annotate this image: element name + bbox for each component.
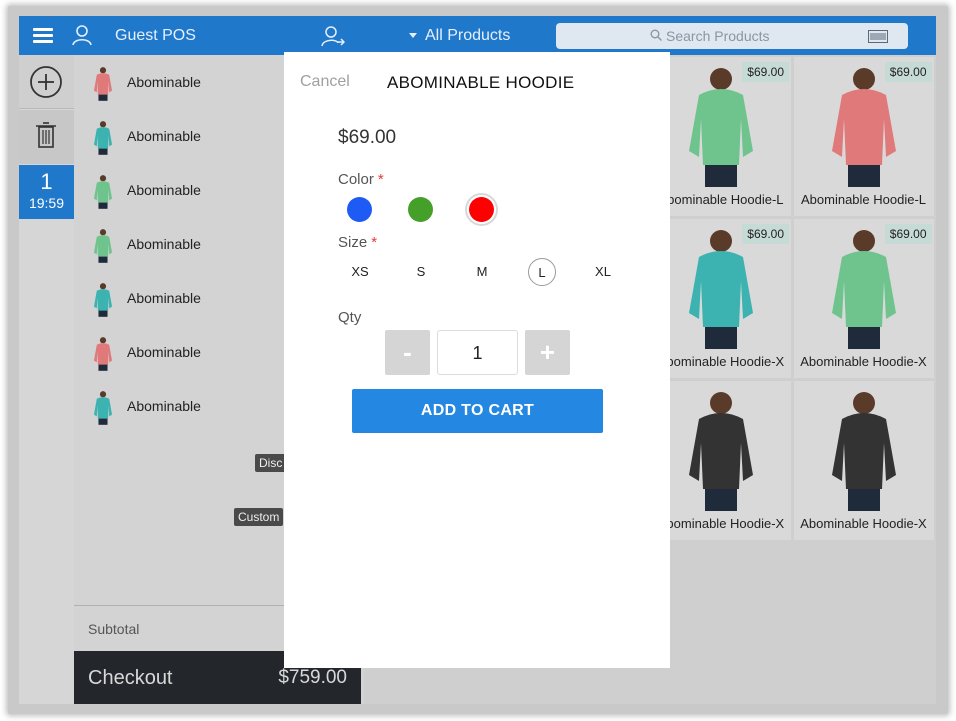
product-card[interactable]: Abominable Hoodie-X [651,381,791,540]
search-icon [650,29,662,41]
hoodie-image [831,392,896,511]
hoodie-image [689,392,753,511]
required-mark: * [377,171,384,188]
product-title: Abominable Hoodie-X [800,354,927,369]
left-rail: 1 19:59 [19,55,74,704]
checkout-amount: $759.00 [278,667,347,688]
dialog-title: ABOMINABLE HOODIE [387,73,575,92]
product-title: Abominable Hoodie-X [657,516,785,531]
product-price-badge: $69.00 [884,62,932,82]
ticket-number: 1 [40,169,53,194]
filter-label: All Products [425,27,511,44]
barcode-scan-icon[interactable] [868,30,888,43]
user-icon[interactable] [71,24,93,46]
product-price-badge: $69.00 [742,62,789,82]
cart-item-name: Abominable [127,236,201,252]
color-swatch-green[interactable] [408,197,433,222]
hoodie-image [93,283,113,317]
add-to-cart-button[interactable]: ADD TO CART [352,389,603,433]
new-order-button[interactable] [19,55,74,109]
product-title: Abominable Hoodie-L [658,192,784,207]
cart-item-name: Abominable [127,290,201,306]
cart-item-name: Abominable [127,182,201,198]
size-option-l[interactable]: L [528,258,556,286]
product-card[interactable]: $69.00 Abominable Hoodie-X [793,219,934,378]
qty-increment-button[interactable]: + [525,330,570,375]
pos-name[interactable]: Guest POS [115,27,196,45]
required-mark: * [371,234,378,251]
hoodie-image [93,175,113,209]
qty-label: Qty [338,309,362,326]
cart-item-name: Abominable [127,398,201,414]
ticket-time: 19:59 [28,195,65,211]
color-swatch-red[interactable] [469,197,494,222]
product-card[interactable]: Abominable Hoodie-X [793,381,934,540]
product-card[interactable]: $69.00 Abominable Hoodie-X [651,219,791,378]
product-title: Abominable Hoodie-L [800,192,927,207]
product-card[interactable]: $69.00 Abominable Hoodie-L [793,57,934,216]
hoodie-image [93,67,113,101]
cart-item-name: Abominable [127,344,201,360]
top-bar: Guest POS All Products Search Products [19,16,936,55]
color-swatch-blue[interactable] [347,197,372,222]
hoodie-image [93,121,113,155]
search-placeholder: Search Products [666,28,770,44]
custom-pill[interactable]: Custom [234,508,284,526]
subtotal-label: Subtotal [88,621,140,637]
product-filter-dropdown[interactable]: All Products [409,27,510,45]
discount-pill[interactable]: Disc [255,454,287,472]
product-options-dialog: Cancel ABOMINABLE HOODIE $69.00 Color * S… [284,52,670,668]
size-option-s[interactable]: S [407,258,435,286]
size-label-row: Size * [338,234,377,251]
hoodie-image [93,391,113,425]
product-price-badge: $69.00 [742,224,789,244]
cart-item-name: Abominable [127,128,201,144]
checkout-label: Checkout [88,667,173,689]
cancel-button[interactable]: Cancel [300,73,350,91]
size-option-m[interactable]: M [468,258,496,286]
qty-input[interactable]: 1 [437,330,518,375]
product-title: Abominable Hoodie-X [800,516,927,531]
product-title: Abominable Hoodie-X [657,354,785,369]
search-products-input[interactable]: Search Products [556,23,908,49]
trash-icon [36,122,56,148]
delete-order-button[interactable] [19,110,74,164]
product-card[interactable]: $69.00 Abominable Hoodie-L [651,57,791,216]
cart-item-name: Abominable [127,74,201,90]
caret-down-icon [409,33,417,39]
size-label: Size [338,234,368,251]
color-label-row: Color * [338,171,384,188]
size-option-xs[interactable]: XS [346,258,374,286]
product-price-badge: $69.00 [884,224,932,244]
order-ticket[interactable]: 1 19:59 [19,165,74,219]
size-option-xl[interactable]: XL [589,258,617,286]
hoodie-image [93,337,113,371]
hoodie-image [93,229,113,263]
hamburger-menu-icon[interactable] [33,28,53,44]
pos-screen: Guest POS All Products Search Products 1… [19,16,936,704]
customer-switch-icon[interactable] [321,25,345,47]
product-price: $69.00 [338,127,397,148]
color-label: Color [338,171,374,188]
plus-circle-icon [30,66,62,98]
qty-decrement-button[interactable]: - [385,330,430,375]
